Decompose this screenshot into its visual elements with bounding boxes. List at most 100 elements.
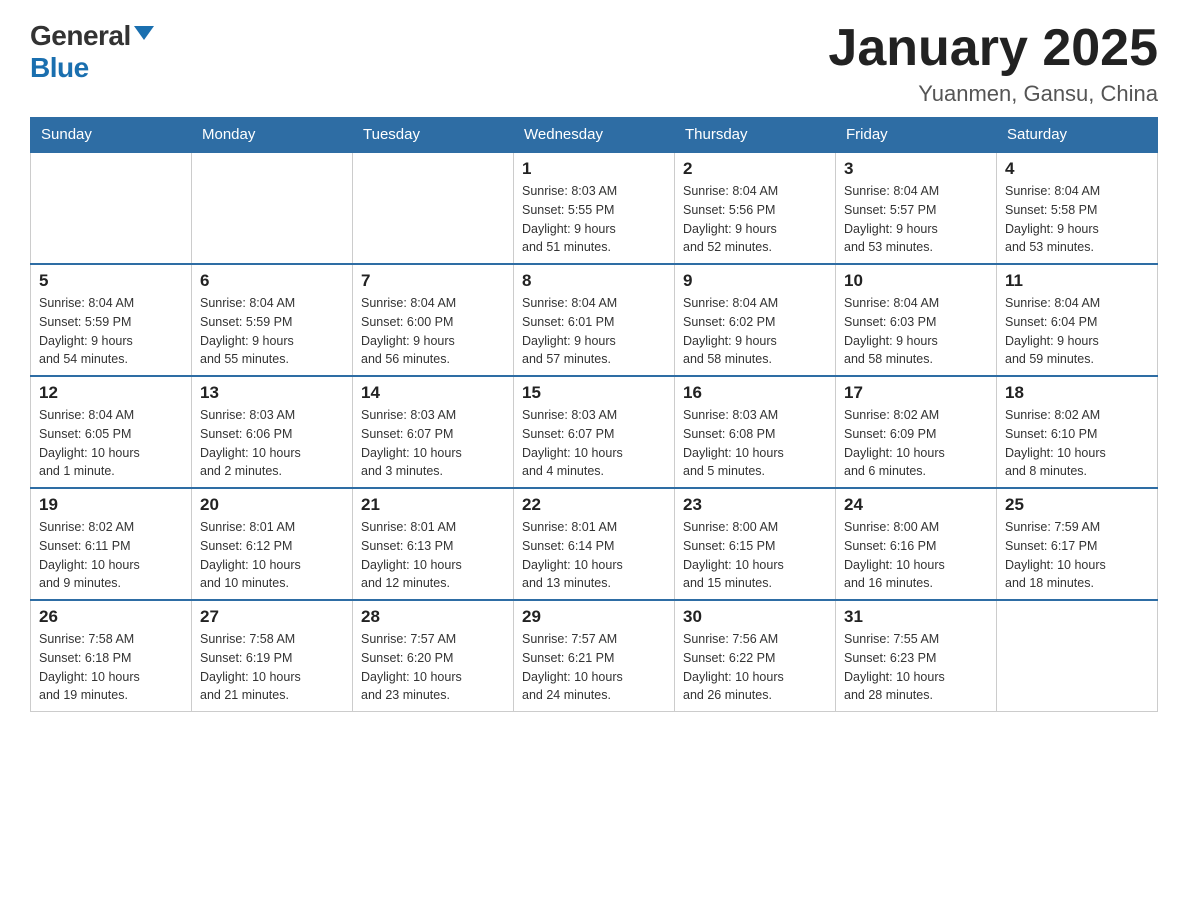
day-number: 6: [200, 271, 344, 291]
calendar-cell: 4 Sunrise: 8:04 AMSunset: 5:58 PMDaylight…: [997, 152, 1158, 264]
day-info: Sunrise: 7:59 AMSunset: 6:17 PMDaylight:…: [1005, 518, 1149, 593]
day-info: Sunrise: 8:01 AMSunset: 6:14 PMDaylight:…: [522, 518, 666, 593]
day-info: Sunrise: 8:04 AMSunset: 5:58 PMDaylight:…: [1005, 182, 1149, 257]
day-number: 13: [200, 383, 344, 403]
logo-blue-text: Blue: [30, 52, 89, 84]
day-header-monday: Monday: [192, 118, 353, 153]
day-info: Sunrise: 7:56 AMSunset: 6:22 PMDaylight:…: [683, 630, 827, 705]
day-number: 12: [39, 383, 183, 403]
day-number: 8: [522, 271, 666, 291]
day-info: Sunrise: 8:00 AMSunset: 6:16 PMDaylight:…: [844, 518, 988, 593]
day-number: 16: [683, 383, 827, 403]
day-info: Sunrise: 8:00 AMSunset: 6:15 PMDaylight:…: [683, 518, 827, 593]
day-number: 25: [1005, 495, 1149, 515]
day-info: Sunrise: 8:01 AMSunset: 6:12 PMDaylight:…: [200, 518, 344, 593]
day-header-wednesday: Wednesday: [514, 118, 675, 153]
day-info: Sunrise: 7:57 AMSunset: 6:20 PMDaylight:…: [361, 630, 505, 705]
calendar-cell: 14Sunrise: 8:03 AMSunset: 6:07 PMDayligh…: [353, 376, 514, 488]
calendar-cell: 13 Sunrise: 8:03 AMSunset: 6:06 PMDayligh…: [192, 376, 353, 488]
calendar-cell: [997, 600, 1158, 712]
day-info: Sunrise: 7:55 AMSunset: 6:23 PMDaylight:…: [844, 630, 988, 705]
calendar-cell: 25 Sunrise: 7:59 AMSunset: 6:17 PMDayligh…: [997, 488, 1158, 600]
calendar-cell: [31, 152, 192, 264]
calendar-cell: 8 Sunrise: 8:04 AMSunset: 6:01 PMDaylight…: [514, 264, 675, 376]
day-info: Sunrise: 8:03 AMSunset: 6:07 PMDaylight:…: [361, 406, 505, 481]
day-info: Sunrise: 8:04 AMSunset: 6:00 PMDaylight:…: [361, 294, 505, 369]
calendar-cell: 31 Sunrise: 7:55 AMSunset: 6:23 PMDayligh…: [836, 600, 997, 712]
calendar-cell: 9Sunrise: 8:04 AMSunset: 6:02 PMDaylight…: [675, 264, 836, 376]
day-info: Sunrise: 8:01 AMSunset: 6:13 PMDaylight:…: [361, 518, 505, 593]
day-header-friday: Friday: [836, 118, 997, 153]
day-info: Sunrise: 8:04 AMSunset: 6:03 PMDaylight:…: [844, 294, 988, 369]
logo-general-text: General: [30, 20, 131, 52]
day-number: 24: [844, 495, 988, 515]
day-info: Sunrise: 7:58 AMSunset: 6:18 PMDaylight:…: [39, 630, 183, 705]
day-info: Sunrise: 8:02 AMSunset: 6:10 PMDaylight:…: [1005, 406, 1149, 481]
day-number: 15: [522, 383, 666, 403]
calendar-cell: 10 Sunrise: 8:04 AMSunset: 6:03 PMDayligh…: [836, 264, 997, 376]
calendar-cell: 12 Sunrise: 8:04 AMSunset: 6:05 PMDayligh…: [31, 376, 192, 488]
calendar-cell: [192, 152, 353, 264]
day-number: 21: [361, 495, 505, 515]
day-info: Sunrise: 7:57 AMSunset: 6:21 PMDaylight:…: [522, 630, 666, 705]
day-info: Sunrise: 8:04 AMSunset: 6:01 PMDaylight:…: [522, 294, 666, 369]
calendar-cell: 17Sunrise: 8:02 AMSunset: 6:09 PMDayligh…: [836, 376, 997, 488]
day-header-saturday: Saturday: [997, 118, 1158, 153]
day-number: 27: [200, 607, 344, 627]
calendar-cell: 22 Sunrise: 8:01 AMSunset: 6:14 PMDayligh…: [514, 488, 675, 600]
week-row-5: 26 Sunrise: 7:58 AMSunset: 6:18 PMDayligh…: [31, 600, 1158, 712]
calendar-cell: 21 Sunrise: 8:01 AMSunset: 6:13 PMDayligh…: [353, 488, 514, 600]
logo: General Blue: [30, 20, 154, 84]
day-number: 2: [683, 159, 827, 179]
day-number: 22: [522, 495, 666, 515]
calendar-cell: 26 Sunrise: 7:58 AMSunset: 6:18 PMDayligh…: [31, 600, 192, 712]
calendar-cell: 2 Sunrise: 8:04 AMSunset: 5:56 PMDaylight…: [675, 152, 836, 264]
day-info: Sunrise: 8:04 AMSunset: 6:05 PMDaylight:…: [39, 406, 183, 481]
week-row-4: 19Sunrise: 8:02 AMSunset: 6:11 PMDayligh…: [31, 488, 1158, 600]
calendar-subtitle: Yuanmen, Gansu, China: [828, 81, 1158, 107]
day-info: Sunrise: 8:03 AMSunset: 6:07 PMDaylight:…: [522, 406, 666, 481]
day-info: Sunrise: 8:04 AMSunset: 5:59 PMDaylight:…: [200, 294, 344, 369]
calendar-cell: 24 Sunrise: 8:00 AMSunset: 6:16 PMDayligh…: [836, 488, 997, 600]
day-info: Sunrise: 8:04 AMSunset: 5:56 PMDaylight:…: [683, 182, 827, 257]
day-number: 28: [361, 607, 505, 627]
calendar-title: January 2025: [828, 20, 1158, 77]
day-header-sunday: Sunday: [31, 118, 192, 153]
day-number: 26: [39, 607, 183, 627]
calendar-cell: 3 Sunrise: 8:04 AMSunset: 5:57 PMDaylight…: [836, 152, 997, 264]
day-number: 20: [200, 495, 344, 515]
day-number: 5: [39, 271, 183, 291]
day-number: 18: [1005, 383, 1149, 403]
day-info: Sunrise: 8:04 AMSunset: 6:04 PMDaylight:…: [1005, 294, 1149, 369]
calendar-cell: 16 Sunrise: 8:03 AMSunset: 6:08 PMDayligh…: [675, 376, 836, 488]
calendar-cell: [353, 152, 514, 264]
day-number: 4: [1005, 159, 1149, 179]
week-row-3: 12 Sunrise: 8:04 AMSunset: 6:05 PMDayligh…: [31, 376, 1158, 488]
calendar-cell: 18 Sunrise: 8:02 AMSunset: 6:10 PMDayligh…: [997, 376, 1158, 488]
day-info: Sunrise: 8:04 AMSunset: 5:57 PMDaylight:…: [844, 182, 988, 257]
day-number: 31: [844, 607, 988, 627]
calendar-cell: 23 Sunrise: 8:00 AMSunset: 6:15 PMDayligh…: [675, 488, 836, 600]
day-number: 10: [844, 271, 988, 291]
header: General Blue January 2025 Yuanmen, Gansu…: [30, 20, 1158, 107]
day-info: Sunrise: 8:02 AMSunset: 6:09 PMDaylight:…: [844, 406, 988, 481]
calendar-cell: 29 Sunrise: 7:57 AMSunset: 6:21 PMDayligh…: [514, 600, 675, 712]
week-row-2: 5 Sunrise: 8:04 AMSunset: 5:59 PMDaylight…: [31, 264, 1158, 376]
calendar-cell: 19Sunrise: 8:02 AMSunset: 6:11 PMDayligh…: [31, 488, 192, 600]
week-row-1: 1Sunrise: 8:03 AMSunset: 5:55 PMDaylight…: [31, 152, 1158, 264]
calendar-cell: 6 Sunrise: 8:04 AMSunset: 5:59 PMDaylight…: [192, 264, 353, 376]
day-number: 11: [1005, 271, 1149, 291]
calendar-cell: 11 Sunrise: 8:04 AMSunset: 6:04 PMDayligh…: [997, 264, 1158, 376]
calendar-cell: 15 Sunrise: 8:03 AMSunset: 6:07 PMDayligh…: [514, 376, 675, 488]
day-info: Sunrise: 8:03 AMSunset: 6:08 PMDaylight:…: [683, 406, 827, 481]
calendar-table: SundayMondayTuesdayWednesdayThursdayFrid…: [30, 117, 1158, 712]
calendar-cell: 1Sunrise: 8:03 AMSunset: 5:55 PMDaylight…: [514, 152, 675, 264]
calendar-cell: 20 Sunrise: 8:01 AMSunset: 6:12 PMDayligh…: [192, 488, 353, 600]
day-number: 1: [522, 159, 666, 179]
logo-triangle-icon: [134, 26, 154, 40]
day-number: 29: [522, 607, 666, 627]
day-number: 23: [683, 495, 827, 515]
day-info: Sunrise: 8:03 AMSunset: 6:06 PMDaylight:…: [200, 406, 344, 481]
day-number: 3: [844, 159, 988, 179]
day-number: 30: [683, 607, 827, 627]
